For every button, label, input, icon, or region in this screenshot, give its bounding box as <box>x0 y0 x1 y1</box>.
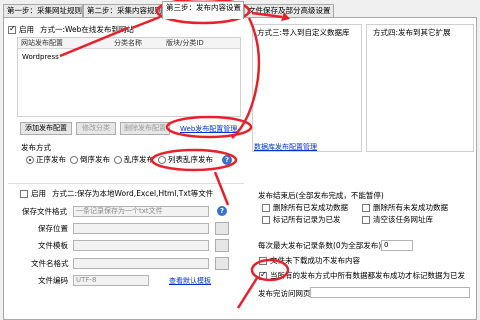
annotation-arrow-tab <box>251 11 283 19</box>
annotation-arrowhead-tab <box>281 12 290 21</box>
annotation-circle-manage-link <box>165 115 253 139</box>
annotation-overlay <box>59 0 290 309</box>
tab-publish-settings[interactable]: 第三步：发布内容设置 <box>162 1 244 19</box>
annotation-arrow-list-random <box>213 171 230 206</box>
annotation-arrow-mark-success <box>236 277 259 309</box>
annotation-circle-list-random <box>150 148 238 172</box>
annotation-circle-mark-success <box>250 258 290 282</box>
annotation-arrow-wordpress-upper <box>131 15 161 30</box>
annotation-arrow-wordpress <box>59 26 129 58</box>
